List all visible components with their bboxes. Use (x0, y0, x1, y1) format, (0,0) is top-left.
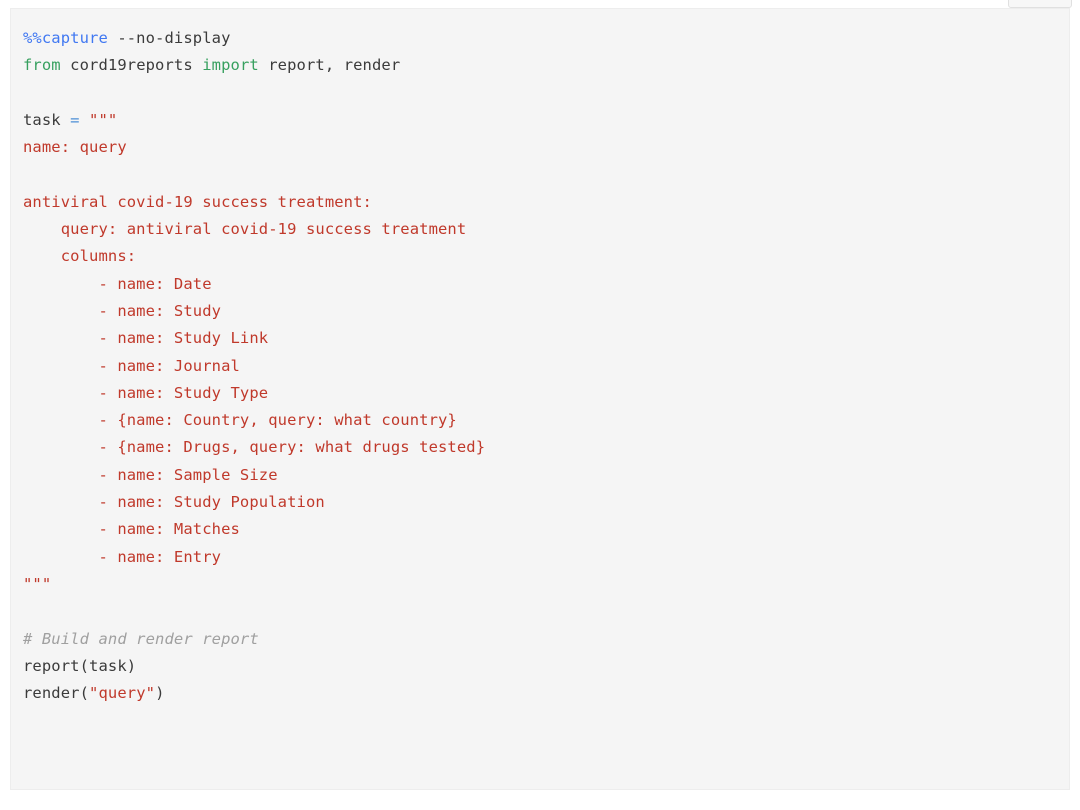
code-line: ​ (23, 598, 1061, 625)
code-editor-content[interactable]: %%capture --no-display from cord19reports… (23, 25, 1061, 707)
code-token-str: - name: Matches (23, 520, 240, 539)
code-token-plain: task (23, 110, 71, 129)
code-token-str: antiviral covid-19 success treatment: (23, 192, 372, 211)
code-line: - name: Entry (23, 544, 1061, 571)
code-token-str: - name: Study Population (23, 493, 325, 512)
code-line: antiviral covid-19 success treatment: (23, 189, 1061, 216)
code-line: ​ (23, 80, 1061, 107)
code-token-plain: render( (23, 684, 90, 703)
code-line: """ (23, 571, 1061, 598)
code-line: - name: Journal (23, 353, 1061, 380)
code-line: task = """ (23, 107, 1061, 134)
code-line: from cord19reports import report, render (23, 52, 1061, 79)
code-token-strq: "query" (89, 684, 156, 703)
code-cell[interactable]: %%capture --no-display from cord19reports… (10, 8, 1070, 790)
code-line: render("query") (23, 680, 1061, 707)
code-line: - name: Study (23, 298, 1061, 325)
code-token-plain: --no-display (107, 29, 231, 47)
code-line: - {name: Country, query: what country} (23, 407, 1061, 434)
code-cell-body[interactable]: %%capture --no-display from cord19reports… (23, 25, 1061, 789)
code-line: - name: Matches (23, 516, 1061, 543)
code-token-magic: %%capture (23, 29, 108, 47)
notebook-page: %%capture --no-display from cord19reports… (0, 0, 1080, 810)
code-line: query: antiviral covid-19 success treatm… (23, 216, 1061, 243)
code-line: %%capture --no-display (23, 25, 1061, 52)
code-line: - name: Study Link (23, 325, 1061, 352)
clipped-toolbar-button[interactable] (1008, 0, 1072, 8)
code-line: - name: Study Type (23, 380, 1061, 407)
code-token-str: - name: Entry (23, 547, 222, 566)
code-line: report(task) (23, 653, 1061, 680)
code-token-str: - name: Sample Size (23, 465, 278, 484)
code-token-plain: ) (155, 684, 165, 703)
code-token-str: - name: Study Type (23, 383, 269, 402)
code-line: # Build and render report (23, 626, 1061, 653)
code-line: columns: (23, 243, 1061, 270)
code-token-str: """ (23, 574, 52, 593)
code-token-plain: report(task) (23, 656, 137, 675)
code-token-str: - {name: Drugs, query: what drugs tested… (23, 438, 486, 457)
code-token-str: query: antiviral covid-19 success treatm… (23, 220, 467, 239)
code-line: ​ (23, 161, 1061, 188)
code-line: name: query (23, 134, 1061, 161)
code-line: - name: Sample Size (23, 462, 1061, 489)
code-line: - {name: Drugs, query: what drugs tested… (23, 434, 1061, 461)
code-token-str: - {name: Country, query: what country} (23, 411, 457, 430)
code-line: - name: Date (23, 271, 1061, 298)
code-token-str: columns: (23, 247, 137, 266)
code-token-str: - name: Journal (23, 356, 240, 375)
code-token-str: - name: Study (23, 301, 222, 320)
code-token-plain: report, render (258, 56, 401, 75)
code-token-plain: cord19reports (60, 56, 203, 75)
code-line: - name: Study Population (23, 489, 1061, 516)
code-token-str: name: query (23, 138, 127, 157)
code-token-kw: from (23, 56, 61, 75)
code-token-str: """ (89, 110, 118, 129)
code-token-str: - name: Date (23, 274, 212, 293)
code-token-kw: import (202, 56, 259, 75)
code-token-comment: # Build and render report (23, 629, 259, 648)
code-token-op: = (70, 110, 80, 129)
code-token-str: - name: Study Link (23, 329, 269, 348)
